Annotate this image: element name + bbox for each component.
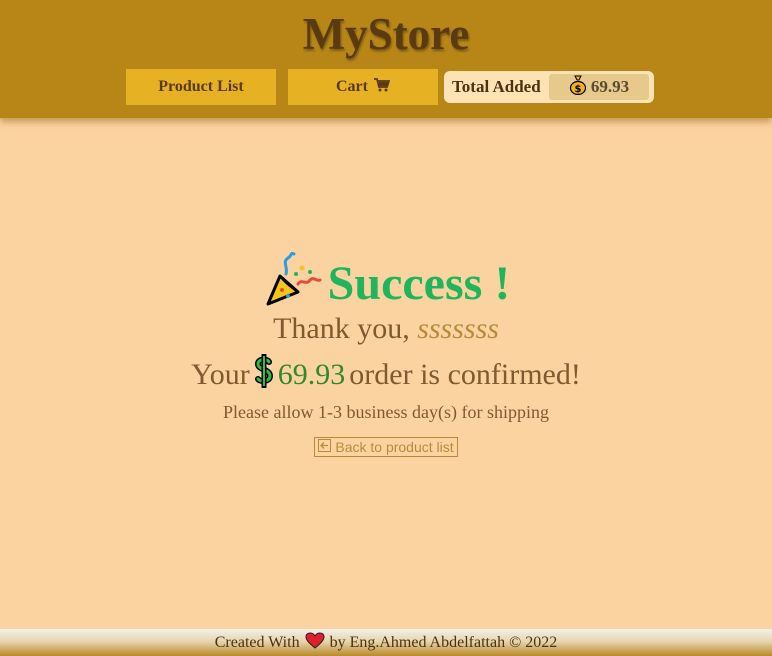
total-amount: 69.93 [590,77,630,96]
footer-created-with: Created With [214,633,300,651]
dollar-icon [254,352,274,396]
confirm-suffix: order is confirmed! [349,358,581,391]
money-bag-icon: $ [569,75,587,100]
footer: Created With by Eng.Ahmed Abdelfattah © … [0,629,772,656]
arrow-left-icon [318,439,332,455]
header: MyStore Product List Cart Total Added $ [0,0,772,118]
footer-author: by Eng.Ahmed Abdelfattah © 2022 [329,633,558,651]
success-title: Success ! [327,256,511,310]
shipping-note: Please allow 1-3 business day(s) for shi… [223,402,549,422]
cart-label: Cart [336,78,368,95]
total-amount-chip: $ 69.93 [549,74,649,100]
svg-text:$: $ [574,84,581,95]
order-amount: 69.93 [277,358,346,391]
back-link-label: Back to product list [335,439,454,455]
success-heading: Success ! [0,250,772,316]
heart-icon [305,631,325,654]
thank-you-line: Thank you, sssssss [0,312,772,346]
brand-title: MyStore [302,9,470,59]
party-popper-icon [262,251,322,315]
product-list-button[interactable]: Product List [126,69,276,105]
confirm-prefix: Your [191,358,250,391]
total-added-box: Total Added $ 69.93 [444,71,654,103]
product-list-label: Product List [158,78,244,95]
back-to-product-list-link[interactable]: Back to product list [314,437,458,457]
confirmation-panel: Success ! Thank you, sssssss Your 69.93 … [0,250,772,457]
cart-icon [373,77,391,97]
total-added-label: Total Added [452,77,541,96]
cart-button[interactable]: Cart [288,69,438,105]
thank-you-prefix: Thank you, [273,312,410,345]
order-confirmed-line: Your 69.93 order is confirmed! [0,352,772,396]
customer-name: sssssss [417,312,499,345]
